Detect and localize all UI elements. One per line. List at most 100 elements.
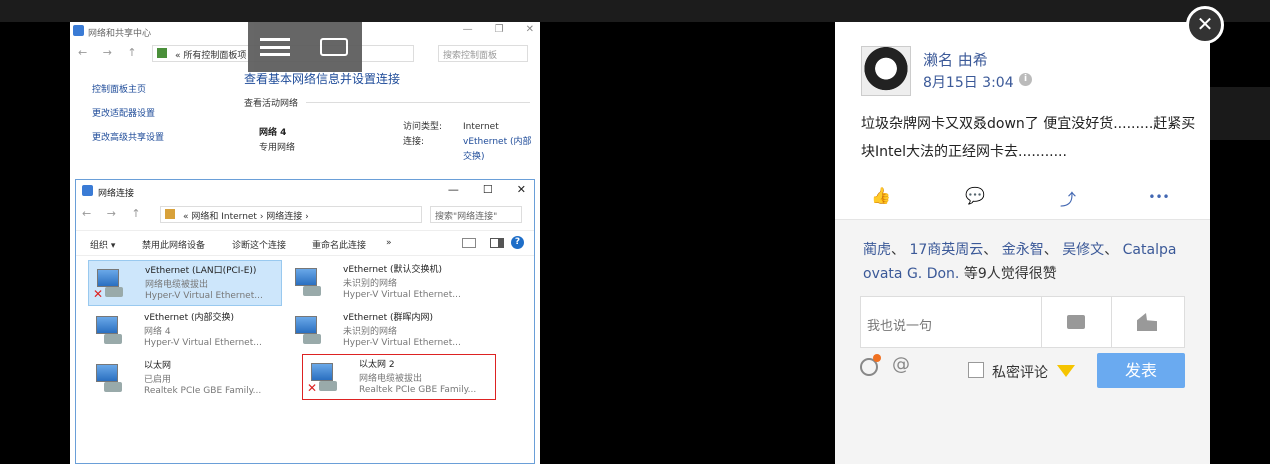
sc-left-nav: 控制面板主页 更改适配器设置 更改高级共享设置: [92, 78, 164, 150]
liker-name[interactable]: 17商英周云: [909, 242, 983, 258]
likes-list: 蔺虎、 17商英周云、 金永智、 吴修文、 Catalpa ovata G. D…: [863, 242, 1177, 282]
network-center-icon: [73, 25, 84, 36]
post-text: 垃圾杂牌网卡又双叒down了 便宜没好货.........赶紧买块Intel大法…: [861, 116, 1196, 160]
nav-arrows: ← → ↑: [78, 46, 143, 59]
view-options-icon: [462, 238, 476, 248]
camera-icon[interactable]: [1067, 315, 1085, 329]
folder-icon: [165, 209, 175, 219]
sc-connection-value: vEthernet (内部交换): [463, 137, 532, 162]
restore-icon: ❐: [494, 24, 504, 35]
network-adapter-icon: ✕: [93, 267, 127, 301]
thumbs-up-icon[interactable]: [1137, 313, 1157, 331]
liker-name[interactable]: 吴修文: [1062, 242, 1104, 258]
adapter-device: Realtek PCIe GBE Family...: [144, 386, 262, 396]
adapter-status: 网络电缆被拔出: [359, 374, 423, 384]
in-address-bar: ← → ↑ « 网络和 Internet › 网络连接 › 搜索"网络连接": [76, 202, 534, 226]
like-icon[interactable]: 👍: [870, 186, 892, 208]
sc-search-text: 搜索控制面板: [443, 51, 498, 61]
adapter-device: Hyper-V Virtual Ethernet...: [145, 291, 263, 301]
sc-left-nav-item: 更改高级共享设置: [92, 133, 165, 143]
comment-box: 我也说一句: [860, 296, 1185, 348]
mention-icon[interactable]: @: [892, 354, 910, 375]
control-panel-icon: [157, 48, 167, 58]
post-panel: 濑名 由希 8月15日 3:04 i 垃圾杂牌网卡又双叒down了 便宜没好货.…: [835, 22, 1210, 464]
sc-network-type: 专用网络: [259, 143, 296, 153]
diamond-icon: [1057, 365, 1075, 377]
adapter-device: Hyper-V Virtual Ethernet...: [343, 290, 461, 300]
network-adapter-icon: [92, 362, 126, 396]
toolbar-rename: 重命名此连接: [312, 241, 367, 251]
sc-access-type-label: 访问类型:: [403, 122, 443, 132]
adapter-item: vEthernet (默认交换机) 未识别的网络 Hyper-V Virtual…: [287, 260, 481, 306]
network-adapter-icon: [291, 314, 325, 348]
adapter-name: vEthernet (默认交换机): [343, 265, 442, 275]
private-comment-checkbox[interactable]: [968, 362, 984, 378]
adapter-name: 以太网 2: [359, 360, 395, 370]
in-path-text: « 网络和 Internet › 网络连接 ›: [183, 212, 309, 222]
adapter-item: 以太网 已启用 Realtek PCIe GBE Family...: [88, 356, 282, 402]
adapter-device: Realtek PCIe GBE Family...: [359, 385, 477, 395]
in-window-title: 网络连接: [98, 189, 135, 199]
adapter-name: vEthernet (内部交换): [144, 313, 234, 323]
sc-access-values: Internet vEthernet (内部交换): [463, 120, 533, 165]
in-path: « 网络和 Internet › 网络连接 ›: [160, 206, 422, 223]
close-icon: ✕: [525, 24, 534, 35]
likes-suffix: 等9人觉得很赞: [959, 266, 1057, 282]
more-icon[interactable]: •••: [1148, 190, 1170, 212]
liker-name[interactable]: 蔺虎: [863, 242, 891, 258]
menu-icon[interactable]: [260, 38, 290, 56]
toolbar-organize: 组织 ▾: [90, 241, 116, 251]
private-comment-label: 私密评论: [992, 365, 1048, 381]
adapter-status: 未识别的网络: [343, 327, 398, 337]
sc-access-labels: 访问类型: 连接:: [403, 120, 442, 150]
sc-main-heading: 查看基本网络信息并设置连接: [244, 72, 401, 86]
help-icon: ?: [511, 236, 524, 249]
photo-screenshot[interactable]: 网络和共享中心 — ❐ ✕ ← → ↑ « 所有控制面板项 搜索控制面板 控制面…: [70, 22, 540, 464]
sc-access-type-value: Internet: [463, 122, 499, 132]
sc-left-nav-item: 控制面板主页: [92, 85, 147, 95]
adapter-item: vEthernet (内部交换) 网络 4 Hyper-V Virtual Et…: [88, 308, 282, 354]
adapter-name: vEthernet (LAN口(PCI-E)): [145, 266, 257, 276]
viewer-band: [1210, 87, 1270, 140]
toolbar-diagnose: 诊断这个连接: [232, 241, 287, 251]
maximize-icon: ☐: [482, 183, 493, 196]
network-connections-window: 网络连接 — ☐ ✕ ← → ↑ « 网络和 Internet › 网络连接 ›…: [75, 179, 535, 464]
divider: [1041, 297, 1042, 347]
in-search-text: 搜索"网络连接": [435, 212, 498, 222]
image-overlay-toolbar: [248, 22, 362, 72]
adapter-status: 未识别的网络: [343, 279, 398, 289]
likes-comment-area: 蔺虎、 17商英周云、 金永智、 吴修文、 Catalpa ovata G. D…: [835, 220, 1210, 464]
viewer-right-strip: [1210, 22, 1270, 464]
author-name[interactable]: 濑名 由希: [923, 49, 988, 70]
liker-name[interactable]: 金永智: [1002, 242, 1044, 258]
preview-pane-icon: [490, 238, 504, 248]
sc-network-name: 网络 4: [259, 128, 287, 138]
viewer-top-bar: [0, 0, 1270, 22]
submit-button[interactable]: 发表: [1097, 353, 1185, 388]
comment-icon[interactable]: 💬: [964, 186, 986, 208]
sc-active-networks-label: 查看活动网络: [244, 99, 299, 109]
adapter-item-highlighted: ✕ 以太网 2 网络电缆被拔出 Realtek PCIe GBE Family.…: [302, 354, 496, 400]
close-viewer-button[interactable]: ✕: [1186, 6, 1224, 44]
toolbar-more: »: [386, 238, 392, 248]
sc-path-text: « 所有控制面板项: [175, 51, 247, 61]
notification-dot: [873, 354, 881, 362]
adapter-item: ✕ vEthernet (LAN口(PCI-E)) 网络电缆被拔出 Hyper-…: [88, 260, 282, 306]
avatar[interactable]: [861, 46, 911, 96]
adapter-status: 已启用: [144, 375, 172, 385]
info-icon[interactable]: i: [1019, 73, 1032, 86]
keyboard-icon[interactable]: [320, 38, 348, 56]
sc-left-nav-item: 更改适配器设置: [92, 109, 156, 119]
comment-input[interactable]: 我也说一句: [867, 315, 932, 334]
share-icon[interactable]: ⤴: [1057, 186, 1079, 209]
in-window-buttons: — ☐ ✕: [448, 183, 526, 196]
divider: [1111, 297, 1112, 347]
sc-window-title: 网络和共享中心: [88, 29, 152, 39]
close-icon: ✕: [516, 183, 526, 196]
toolbar-disable: 禁用此网络设备: [142, 241, 206, 251]
in-toolbar: 组织 ▾ 禁用此网络设备 诊断这个连接 重命名此连接 » ?: [76, 230, 534, 256]
adapter-name: vEthernet (群晖内网): [343, 313, 433, 323]
network-connections-icon: [82, 185, 93, 196]
post-time[interactable]: 8月15日 3:04: [923, 72, 1014, 92]
adapter-status: 网络电缆被拔出: [145, 280, 209, 290]
